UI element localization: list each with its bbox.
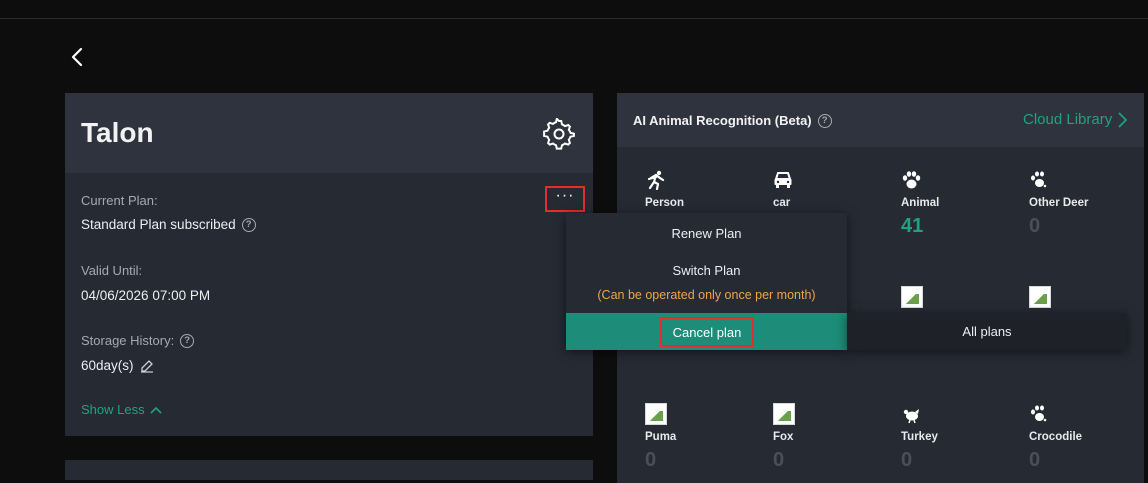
gear-icon[interactable]	[543, 118, 575, 150]
chevron-up-icon	[150, 406, 162, 414]
storage-history-label-row: Storage History: ?	[81, 333, 195, 348]
paw-icon	[902, 171, 921, 189]
paw-icon	[1031, 171, 1047, 188]
broken-image-icon	[773, 403, 795, 425]
storage-history-label: Storage History:	[81, 333, 175, 348]
cancel-plan-menu-item[interactable]: Cancel plan	[566, 313, 847, 350]
device-info-card: Talon Current Plan: Standard Plan subscr…	[65, 93, 593, 436]
category-count: 0	[1029, 449, 1041, 471]
all-plans-menu-item[interactable]: All plans	[847, 313, 1127, 350]
running-person-icon	[647, 170, 665, 190]
category-turkey[interactable]: Turkey 0	[901, 403, 1021, 472]
show-less-toggle[interactable]: Show Less	[81, 402, 162, 417]
storage-history-value: 60day(s)	[81, 358, 154, 373]
category-name: Crocodile	[1029, 431, 1083, 443]
renew-plan-menu-item[interactable]: Renew Plan	[566, 226, 847, 241]
device-name: Talon	[81, 117, 154, 148]
help-icon[interactable]: ?	[180, 333, 195, 348]
ai-recognition-title-row: AI Animal Recognition (Beta) ?	[633, 113, 832, 128]
valid-until-label: Valid Until:	[81, 263, 143, 278]
top-divider	[0, 18, 1148, 19]
cloud-library-link[interactable]: Cloud Library	[1023, 111, 1128, 128]
edit-icon[interactable]	[140, 359, 154, 373]
paw-icon	[1031, 405, 1047, 422]
category-count: 0	[773, 449, 785, 471]
broken-image-icon	[901, 286, 923, 308]
back-arrow-icon[interactable]	[70, 47, 84, 67]
category-name: Animal	[901, 197, 940, 209]
category-name: Fox	[773, 431, 794, 443]
plan-options-menu: Renew Plan Switch Plan (Can be operated …	[566, 213, 847, 350]
category-name: Person	[645, 197, 684, 209]
help-icon[interactable]: ?	[241, 217, 256, 232]
current-plan-value: Standard Plan subscribed ?	[81, 217, 256, 232]
turkey-icon	[903, 409, 919, 424]
cloud-library-text: Cloud Library	[1023, 111, 1113, 128]
category-puma[interactable]: Puma 0	[645, 403, 765, 472]
chevron-right-icon	[1118, 111, 1128, 128]
show-less-text: Show Less	[81, 402, 145, 417]
category-count: 0	[901, 449, 913, 471]
storage-history-text: 60day(s)	[81, 358, 134, 373]
category-name: Other Deer	[1029, 197, 1089, 209]
category-crocodile[interactable]: Crocodile 0	[1029, 403, 1148, 472]
category-count: 41	[901, 215, 924, 237]
category-person[interactable]: Person	[645, 169, 765, 209]
switch-plan-menu-item[interactable]: Switch Plan	[566, 263, 847, 278]
help-icon[interactable]: ?	[817, 113, 832, 128]
broken-image-icon	[645, 403, 667, 425]
valid-until-value: 04/06/2026 07:00 PM	[81, 288, 211, 303]
ai-recognition-title: AI Animal Recognition (Beta)	[633, 113, 812, 128]
category-name: car	[773, 197, 791, 209]
category-count: 0	[645, 449, 657, 471]
ai-recognition-header: AI Animal Recognition (Beta) ? Cloud Lib…	[617, 93, 1144, 147]
secondary-card	[65, 460, 593, 480]
category-fox[interactable]: Fox 0	[773, 403, 893, 472]
category-name: Puma	[645, 431, 677, 443]
more-dots: ···	[555, 187, 575, 204]
current-plan-label: Current Plan:	[81, 193, 158, 208]
device-card-header: Talon	[65, 93, 593, 173]
category-animal[interactable]: Animal 41	[901, 169, 1021, 238]
broken-image-icon	[1029, 286, 1051, 308]
more-options-button[interactable]: ···	[545, 186, 585, 212]
current-plan-text: Standard Plan subscribed	[81, 217, 236, 232]
category-name: Turkey	[901, 431, 938, 443]
category-car[interactable]: car	[773, 169, 893, 209]
switch-plan-note: (Can be operated only once per month)	[597, 288, 816, 302]
cancel-plan-label: Cancel plan	[660, 317, 754, 347]
car-icon	[774, 172, 792, 188]
category-other-deer[interactable]: Other Deer 0	[1029, 169, 1148, 238]
category-count: 0	[1029, 215, 1041, 237]
